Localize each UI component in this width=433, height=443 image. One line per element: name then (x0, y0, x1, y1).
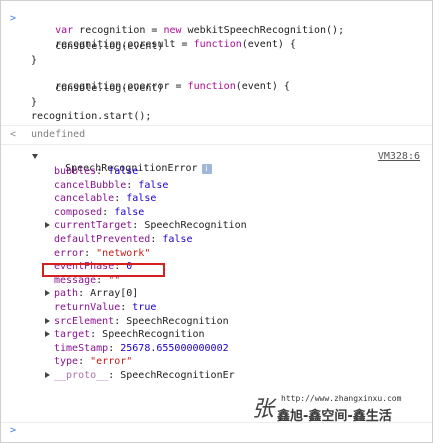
code-keyword: function (193, 39, 242, 50)
code-line-6[interactable]: console.log(event) (31, 83, 163, 95)
expand-triangle-icon[interactable] (45, 331, 50, 337)
property-row[interactable]: currentTarget: SpeechRecognition (54, 220, 247, 232)
property-colon: : (78, 288, 91, 299)
property-value: true (132, 302, 157, 313)
property-row: returnValue: true (54, 302, 156, 314)
code-text: (event) { (235, 81, 290, 92)
property-value: false (138, 180, 169, 191)
code-text: (event) { (241, 39, 296, 50)
property-value: "network" (96, 248, 151, 259)
property-row[interactable]: __proto__: SpeechRecognitionEr (54, 370, 235, 382)
property-colon: : (114, 316, 127, 327)
property-colon: : (114, 193, 127, 204)
expand-triangle-icon[interactable] (45, 372, 50, 378)
code-line-7[interactable]: } (31, 97, 37, 109)
property-row: cancelBubble: false (54, 180, 168, 192)
property-value: Array[0] (90, 288, 139, 299)
devtools-console: > var recognition = new webkitSpeechReco… (0, 0, 433, 443)
property-row: timeStamp: 25678.655000000002 (54, 343, 229, 355)
property-row: bubbles: false (54, 166, 138, 178)
property-value: false (114, 207, 145, 218)
property-colon: : (78, 356, 91, 367)
property-colon: : (102, 207, 115, 218)
property-value: SpeechRecognition (126, 316, 229, 327)
property-value: false (126, 193, 157, 204)
property-colon: : (90, 329, 103, 340)
property-value: SpeechRecognitionEr (120, 370, 235, 381)
return-prompt-icon: < (10, 129, 17, 140)
expand-triangle-icon[interactable] (45, 222, 50, 228)
property-value: false (162, 234, 193, 245)
property-key: bubbles (54, 166, 97, 177)
property-key: path (54, 288, 79, 299)
input-prompt-icon: > (10, 13, 17, 24)
separator (1, 144, 432, 145)
source-link[interactable]: VM328:6 (378, 151, 420, 163)
code-line-5[interactable]: recognition.onerror = function(event) { (31, 69, 290, 92)
property-row: type: "error" (54, 356, 132, 368)
return-value: undefined (31, 129, 86, 140)
property-row: defaultPrevented: false (54, 234, 192, 246)
property-value: SpeechRecognition (144, 220, 247, 231)
property-row[interactable]: target: SpeechRecognition (54, 329, 205, 341)
expand-triangle-icon[interactable] (32, 154, 38, 159)
property-key: __proto__ (54, 370, 109, 381)
code-keyword: function (187, 81, 236, 92)
property-key: srcElement (54, 316, 115, 327)
property-row[interactable]: srcElement: SpeechRecognition (54, 316, 229, 328)
property-key: returnValue (54, 302, 121, 313)
property-colon: : (84, 248, 97, 259)
property-key: currentTarget (54, 220, 133, 231)
property-colon: : (120, 302, 133, 313)
code-line-3[interactable]: console.log(event) (31, 41, 163, 53)
code-line-1[interactable]: var recognition = new webkitSpeechRecogn… (31, 13, 344, 36)
info-icon[interactable]: i (201, 164, 212, 174)
property-value: SpeechRecognition (102, 329, 205, 340)
property-key: cancelBubble (54, 180, 127, 191)
property-row: cancelable: false (54, 193, 156, 205)
property-key: type (54, 356, 79, 367)
property-value: "error" (90, 356, 133, 367)
property-key: defaultPrevented (54, 234, 151, 245)
property-row: composed: false (54, 207, 144, 219)
property-row[interactable]: path: Array[0] (54, 288, 138, 300)
property-colon: : (96, 166, 109, 177)
property-value: false (108, 166, 139, 177)
property-value: 25678.655000000002 (120, 343, 229, 354)
code-line-2[interactable]: recognition.onresult = function(event) { (31, 27, 296, 50)
property-key: target (54, 329, 91, 340)
property-key: composed (54, 207, 103, 218)
code-line-8[interactable]: recognition.start(); (31, 111, 151, 123)
watermark-logo: 张 (252, 397, 275, 422)
property-colon: : (132, 220, 145, 231)
code-line-4[interactable]: } (31, 55, 37, 67)
property-key: timeStamp (54, 343, 109, 354)
property-colon: : (150, 234, 163, 245)
error-highlight-box (42, 263, 165, 277)
expand-triangle-icon[interactable] (45, 318, 50, 324)
property-colon: : (126, 180, 139, 191)
watermark-url: http://www.zhangxinxu.com (281, 394, 402, 403)
console-input-caret-icon[interactable]: > (10, 425, 16, 437)
property-colon: : (108, 370, 121, 381)
expand-triangle-icon[interactable] (45, 290, 50, 296)
property-key: error (54, 248, 85, 259)
object-header[interactable]: SpeechRecognitionError i (41, 151, 212, 174)
property-key: cancelable (54, 193, 115, 204)
property-colon: : (108, 343, 121, 354)
separator (1, 125, 432, 126)
watermark-text: 鑫旭-鑫空间-鑫生活 (277, 409, 392, 424)
property-row: error: "network" (54, 248, 150, 260)
